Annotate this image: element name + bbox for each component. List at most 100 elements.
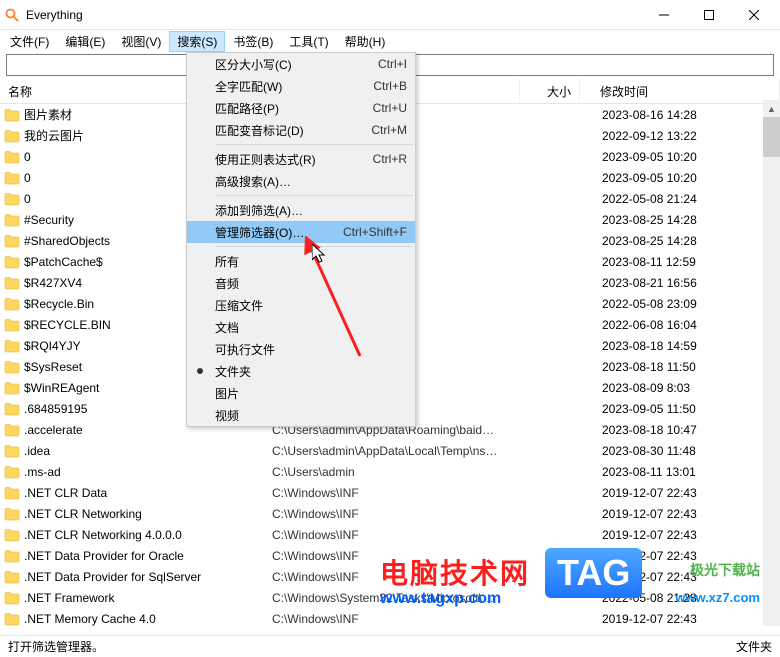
menu-filter-compressed[interactable]: 压缩文件 [187, 294, 415, 316]
file-row[interactable]: .NET FrameworkC:\Windows\System32\Tasks\… [0, 587, 780, 608]
file-row[interactable]: .NET Data Provider for SqlServerC:\Windo… [0, 566, 780, 587]
folder-icon [4, 170, 20, 186]
file-name: .NET Data Provider for Oracle [24, 549, 272, 563]
file-date: 2023-08-21 16:56 [582, 276, 780, 290]
folder-icon [4, 506, 20, 522]
menu-tools[interactable]: 工具(T) [281, 31, 336, 52]
menu-bookmark[interactable]: 书签(B) [225, 31, 281, 52]
file-date: 2023-08-18 11:50 [582, 360, 780, 374]
file-date: 2023-09-05 10:20 [582, 171, 780, 185]
folder-icon [4, 338, 20, 354]
separator [215, 195, 413, 196]
file-name: .NET CLR Data [24, 486, 272, 500]
file-date: 2023-09-05 11:50 [582, 402, 780, 416]
scrollbar[interactable]: ▲ [763, 100, 780, 626]
file-row[interactable]: .NET Memory Cache 4.0C:\Windows\INF2019-… [0, 608, 780, 629]
folder-icon [4, 611, 20, 627]
file-name: .NET Memory Cache 4.0 [24, 612, 272, 626]
file-path: C:\Windows\INF [272, 507, 522, 521]
file-date: 2019-12-07 22:43 [582, 570, 780, 584]
file-date: 2023-09-05 10:20 [582, 150, 780, 164]
folder-icon [4, 380, 20, 396]
file-date: 2023-08-18 14:59 [582, 339, 780, 353]
file-date: 2019-12-07 22:43 [582, 549, 780, 563]
header-size[interactable]: 大小 [520, 79, 580, 104]
file-path: C:\Windows\INF [272, 528, 522, 542]
file-path: C:\Windows\System32\Tasks\Microsoft\… [272, 591, 522, 605]
menu-whole-word[interactable]: 全字匹配(W)Ctrl+B [187, 75, 415, 97]
file-name: .idea [24, 444, 272, 458]
menu-help[interactable]: 帮助(H) [337, 31, 394, 52]
folder-icon [4, 107, 20, 123]
status-left: 打开筛选管理器。 [8, 638, 104, 655]
file-path: C:\Users\admin [272, 465, 522, 479]
file-date: 2023-08-25 14:28 [582, 234, 780, 248]
scrollbar-thumb[interactable] [763, 117, 780, 157]
header-date[interactable]: 修改时间 [580, 79, 780, 104]
file-row[interactable]: .ideaC:\Users\admin\AppData\Local\Temp\n… [0, 440, 780, 461]
folder-icon [4, 464, 20, 480]
menu-filter-video[interactable]: 视频 [187, 404, 415, 426]
menu-filter-audio[interactable]: 音频 [187, 272, 415, 294]
menu-filter-folder[interactable]: 文件夹 [187, 360, 415, 382]
file-path: C:\Users\admin\AppData\Local\Temp\ns… [272, 444, 522, 458]
menu-filter-document[interactable]: 文档 [187, 316, 415, 338]
file-row[interactable]: .NET CLR Networking 4.0.0.0C:\Windows\IN… [0, 524, 780, 545]
menu-search[interactable]: 搜索(S) [169, 31, 225, 52]
separator [215, 144, 413, 145]
menu-organize-filters[interactable]: 管理筛选器(O)…Ctrl+Shift+F [187, 221, 415, 243]
menu-diacritics[interactable]: 匹配变音标记(D)Ctrl+M [187, 119, 415, 141]
titlebar: Everything [0, 0, 780, 30]
folder-icon [4, 275, 20, 291]
menu-file[interactable]: 文件(F) [2, 31, 57, 52]
file-date: 2023-08-30 11:48 [582, 444, 780, 458]
folder-icon [4, 443, 20, 459]
minimize-button[interactable] [641, 0, 686, 30]
statusbar: 打开筛选管理器。 文件夹 [0, 635, 780, 657]
file-date: 2019-12-07 22:43 [582, 486, 780, 500]
file-name: .NET Data Provider for SqlServer [24, 570, 272, 584]
folder-icon [4, 128, 20, 144]
folder-icon [4, 422, 20, 438]
menu-filter-picture[interactable]: 图片 [187, 382, 415, 404]
menu-filter-all[interactable]: 所有 [187, 250, 415, 272]
app-icon [4, 7, 20, 23]
file-path: C:\Windows\INF [272, 486, 522, 500]
menu-match-case[interactable]: 区分大小写(C)Ctrl+I [187, 53, 415, 75]
file-date: 2019-12-07 22:43 [582, 612, 780, 626]
file-path: C:\Windows\INF [272, 549, 522, 563]
menu-advanced-search[interactable]: 高级搜索(A)… [187, 170, 415, 192]
file-date: 2023-08-09 8:03 [582, 381, 780, 395]
separator [215, 246, 413, 247]
search-dropdown: 区分大小写(C)Ctrl+I 全字匹配(W)Ctrl+B 匹配路径(P)Ctrl… [186, 52, 416, 427]
close-button[interactable] [731, 0, 776, 30]
file-name: .NET CLR Networking [24, 507, 272, 521]
file-date: 2019-12-07 22:43 [582, 507, 780, 521]
folder-icon [4, 548, 20, 564]
file-row[interactable]: .NET CLR NetworkingC:\Windows\INF 2019-12… [0, 503, 780, 524]
folder-icon [4, 212, 20, 228]
maximize-button[interactable] [686, 0, 731, 30]
folder-icon [4, 233, 20, 249]
scroll-up-icon[interactable]: ▲ [763, 100, 780, 117]
status-right: 文件夹 [736, 638, 772, 655]
file-date: 2022-05-08 21:24 [582, 192, 780, 206]
file-name: .ms-ad [24, 465, 272, 479]
file-date: 2022-06-08 16:04 [582, 318, 780, 332]
menu-add-filter[interactable]: 添加到筛选(A)… [187, 199, 415, 221]
file-date: 2023-08-18 10:47 [582, 423, 780, 437]
folder-icon [4, 485, 20, 501]
file-date: 2023-08-11 13:01 [582, 465, 780, 479]
menu-filter-executable[interactable]: 可执行文件 [187, 338, 415, 360]
menu-regex[interactable]: 使用正则表达式(R)Ctrl+R [187, 148, 415, 170]
file-row[interactable]: .NET CLR DataC:\Windows\INF 2019-12-07 22… [0, 482, 780, 503]
file-date: 2022-05-08 23:09 [582, 297, 780, 311]
menu-match-path[interactable]: 匹配路径(P)Ctrl+U [187, 97, 415, 119]
file-row[interactable]: .ms-adC:\Users\admin 2023-08-11 13:01 [0, 461, 780, 482]
file-row[interactable]: .NET Data Provider for OracleC:\Windows\… [0, 545, 780, 566]
folder-icon [4, 527, 20, 543]
menubar: 文件(F) 编辑(E) 视图(V) 搜索(S) 书签(B) 工具(T) 帮助(H… [0, 30, 780, 52]
file-name: .NET CLR Networking 4.0.0.0 [24, 528, 272, 542]
menu-view[interactable]: 视图(V) [113, 31, 169, 52]
menu-edit[interactable]: 编辑(E) [57, 31, 113, 52]
